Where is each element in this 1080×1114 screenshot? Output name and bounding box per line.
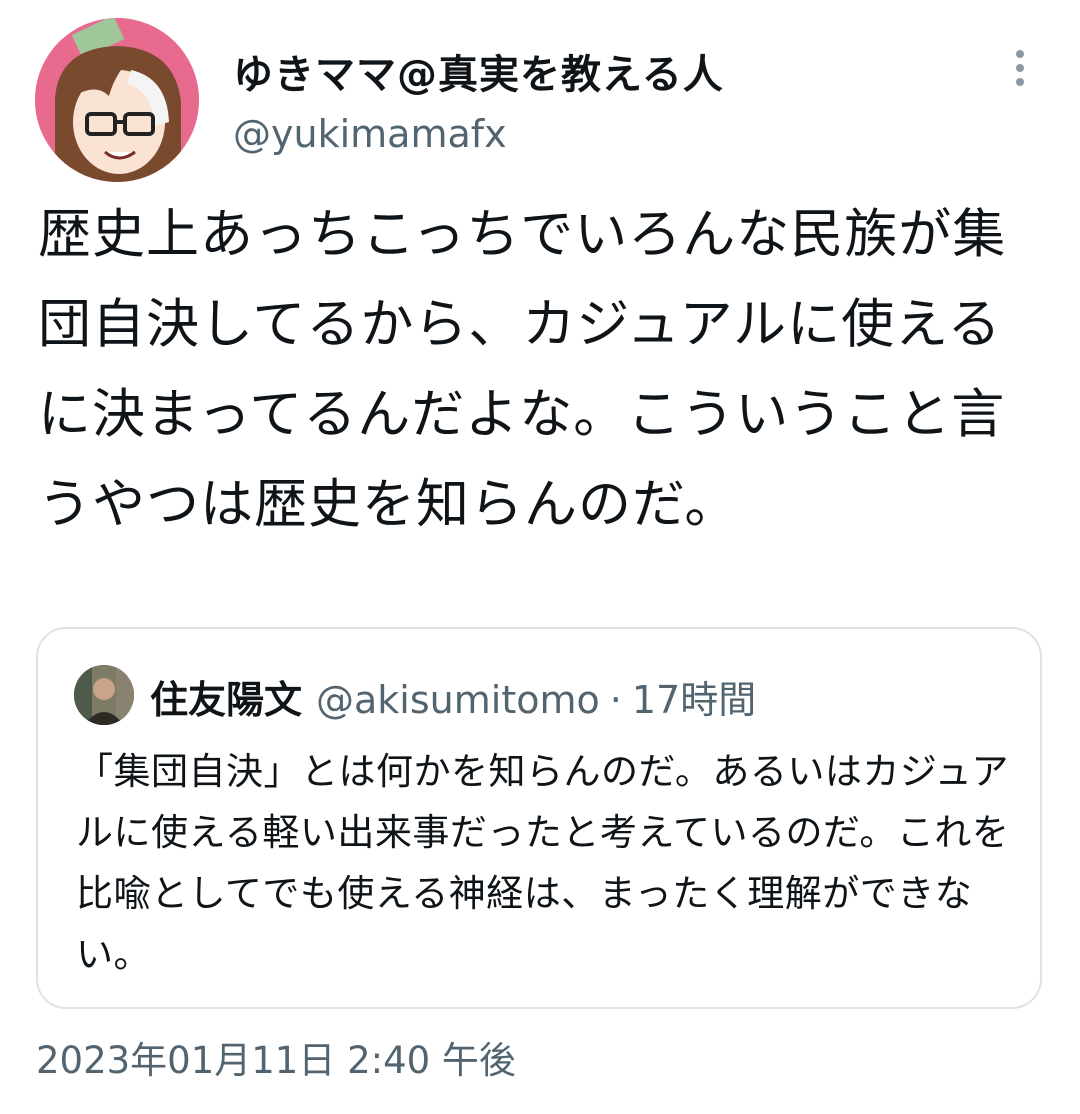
quoted-tweet-time[interactable]: 17時間 [632, 669, 756, 724]
author-display-name[interactable]: ゆきママ@真実を教える人 [233, 42, 724, 100]
more-options-button[interactable] [1000, 40, 1040, 96]
author-handle[interactable]: @yukimamafx [233, 112, 507, 156]
quoted-avatar-photo [74, 665, 134, 725]
quoted-author-name[interactable]: 住友陽文 [150, 669, 302, 724]
tweet: ゆきママ@真実を教える人 @yukimamafx 歴史上あっちこっちでいろんな民… [0, 0, 1080, 1114]
quoted-tweet-header: 住友陽文 @akisumitomo · 17時間 [150, 669, 756, 724]
tweet-text: 歴史上あっちこっちでいろんな民族が集団自決してるから、カジュアルに使えるに決まっ… [38, 204, 1007, 535]
quoted-author-handle[interactable]: @akisumitomo [316, 678, 600, 722]
author-avatar-illustration [35, 18, 199, 182]
ellipsis-dot [1016, 64, 1024, 72]
separator-dot: · [609, 678, 622, 722]
quoted-author-avatar[interactable] [74, 665, 134, 725]
tweet-timestamp[interactable]: 2023年01月11日 2:40 午後 [36, 1030, 516, 1084]
author-avatar[interactable] [35, 18, 199, 182]
quoted-tweet-text: 「集団自決」とは何かを知らんのだ。あるいはカジュアルに使える軽い出来事だったと考… [76, 750, 1010, 976]
ellipsis-dot [1016, 78, 1024, 86]
ellipsis-vertical-icon [1016, 50, 1024, 58]
quoted-tweet-card[interactable]: 住友陽文 @akisumitomo · 17時間 「集団自決」とは何かを知らんの… [36, 627, 1042, 1009]
